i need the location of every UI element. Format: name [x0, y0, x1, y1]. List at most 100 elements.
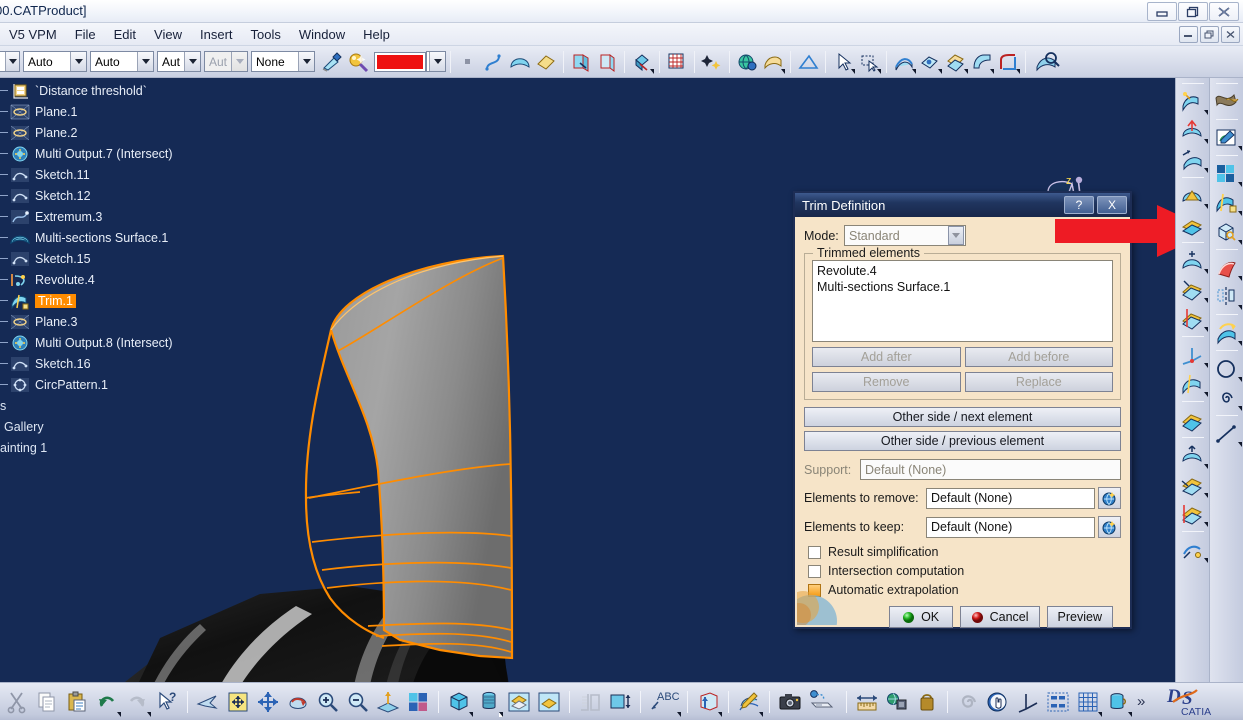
annotation-text-icon[interactable]: ABC — [646, 686, 682, 718]
tree-item-revolute-4[interactable]: Revolute.4 — [0, 269, 230, 290]
swap-visible-space-icon[interactable] — [534, 686, 564, 718]
sphere-point-icon[interactable] — [1177, 246, 1209, 275]
color-dropdown-icon[interactable] — [426, 51, 446, 72]
untrim-icon[interactable] — [1177, 405, 1209, 434]
tree-item-trim-1[interactable]: Trim.1 — [0, 290, 230, 311]
spiral-icon[interactable] — [1211, 383, 1243, 412]
pan-icon[interactable] — [253, 686, 283, 718]
tree-item-distance-threshold[interactable]: `Distance threshold` — [0, 80, 230, 101]
list-item[interactable]: Revolute.4 — [817, 263, 1108, 279]
sketch-pencil-icon[interactable] — [1211, 123, 1243, 152]
measure-between-icon[interactable] — [605, 686, 635, 718]
tree-item-clipped-painting[interactable]: ainting 1 — [0, 437, 230, 458]
cone-surface-icon[interactable] — [1177, 181, 1209, 210]
list-item[interactable]: Multi-sections Surface.1 — [817, 279, 1108, 295]
menu-help[interactable]: Help — [354, 25, 399, 44]
apply-material-icon[interactable] — [693, 686, 723, 718]
minimize-icon[interactable] — [1147, 2, 1177, 21]
mirror-icon[interactable] — [1211, 282, 1243, 311]
normal-view-icon[interactable] — [373, 686, 403, 718]
specification-tree[interactable]: `Distance threshold` Plane.1 Plane.2 Mul… — [0, 78, 230, 458]
tree-item-sketch-12[interactable]: Sketch.12 — [0, 185, 230, 206]
trim-surface-icon[interactable] — [1177, 369, 1209, 398]
automatic-extrapolation-row[interactable]: Automatic extrapolation — [808, 583, 1121, 597]
triangle-measure-icon[interactable] — [795, 49, 821, 75]
trimmed-elements-list[interactable]: Revolute.4 Multi-sections Surface.1 — [812, 260, 1113, 342]
fill-surface-icon[interactable] — [533, 49, 559, 75]
analysis-globe-icon[interactable] — [734, 49, 760, 75]
magnify-model-icon[interactable] — [1030, 49, 1064, 75]
menu-edit[interactable]: Edit — [105, 25, 145, 44]
surface-dome-icon[interactable] — [1177, 116, 1209, 145]
measure-inertia-icon[interactable] — [882, 686, 912, 718]
close-child-icon[interactable] — [1221, 26, 1240, 43]
zoom-out-icon[interactable] — [343, 686, 373, 718]
intersection-computation-checkbox[interactable] — [808, 564, 821, 578]
mode-select[interactable]: Standard — [844, 225, 966, 246]
undo-icon[interactable] — [92, 686, 122, 718]
preview-button[interactable]: Preview — [1046, 606, 1113, 628]
hand-pointer-icon[interactable] — [983, 686, 1013, 718]
chevron-down-icon[interactable] — [184, 52, 200, 71]
chevron-down-icon[interactable] — [5, 52, 19, 71]
axis-icon[interactable] — [1013, 686, 1043, 718]
cube-zoom-icon[interactable] — [1211, 217, 1243, 246]
sectioning-icon[interactable] — [575, 686, 605, 718]
shape-fillet-icon[interactable] — [995, 49, 1021, 75]
tree-item-clipped-applications[interactable]: s — [0, 395, 230, 416]
ok-button[interactable]: OK — [888, 606, 953, 628]
blend-surface-icon[interactable] — [969, 49, 995, 75]
extract-icon[interactable] — [1177, 535, 1209, 564]
cylinder-icon[interactable] — [1103, 686, 1133, 718]
tree-item-multi-sections-surface-1[interactable]: Multi-sections Surface.1 — [0, 227, 230, 248]
extrude-surface-icon[interactable] — [1177, 145, 1209, 174]
surface-patch-icon[interactable] — [507, 49, 533, 75]
tree-item-plane-2[interactable]: Plane.2 — [0, 122, 230, 143]
healing-icon[interactable] — [1177, 470, 1209, 499]
color-swatch[interactable] — [374, 51, 426, 72]
closed-book-icon[interactable] — [594, 49, 620, 75]
checkerboard-icon[interactable] — [1211, 159, 1243, 188]
restore-child-icon[interactable] — [1200, 26, 1219, 43]
tree-item-sketch-11[interactable]: Sketch.11 — [0, 164, 230, 185]
select-trap-icon[interactable] — [856, 49, 882, 75]
cancel-button[interactable]: Cancel — [959, 606, 1040, 628]
tree-item-extremum-3[interactable]: Extremum.3 — [0, 206, 230, 227]
tree-item-clipped-gallery[interactable]: Gallery — [0, 416, 230, 437]
support-field[interactable]: Default (None) — [860, 459, 1121, 480]
sweep-ribbon-icon[interactable] — [1211, 87, 1243, 116]
camera-icon[interactable] — [775, 686, 805, 718]
chevron-down-icon[interactable] — [137, 52, 153, 71]
toolbar-overflow-chevron[interactable]: » — [1137, 693, 1145, 710]
pattern-icon[interactable] — [1043, 686, 1073, 718]
multi-view-icon[interactable] — [403, 686, 433, 718]
zoom-in-icon[interactable] — [313, 686, 343, 718]
fly-mode-icon[interactable] — [193, 686, 223, 718]
grid-pattern-icon[interactable] — [664, 49, 690, 75]
extract-geometry-icon[interactable] — [629, 49, 655, 75]
chevron-down-icon[interactable] — [70, 52, 86, 71]
spiral-tool-icon[interactable] — [953, 686, 983, 718]
chevron-down-icon[interactable] — [429, 52, 445, 71]
menu-v5vpm[interactable]: V5 VPM — [0, 25, 66, 44]
join-surface-icon[interactable] — [917, 49, 943, 75]
elements-to-keep-picker-icon[interactable] — [1098, 516, 1121, 538]
tree-item-multi-output-8[interactable]: Multi Output.8 (Intersect) — [0, 332, 230, 353]
offset-surface-icon[interactable] — [943, 49, 969, 75]
close-icon[interactable] — [1209, 2, 1239, 21]
isometric-view-icon[interactable] — [444, 686, 474, 718]
combo-auto-3[interactable]: Aut — [157, 51, 201, 72]
spline-curve-icon[interactable] — [481, 49, 507, 75]
paint-brush-icon[interactable] — [319, 49, 345, 75]
fit-all-in-icon[interactable] — [223, 686, 253, 718]
highlight-wand-icon[interactable] — [345, 49, 371, 75]
rotate-shape-icon[interactable] — [1211, 318, 1243, 347]
sparkle-tool-icon[interactable] — [699, 49, 725, 75]
menu-file[interactable]: File — [66, 25, 105, 44]
circle-icon[interactable] — [1211, 354, 1243, 383]
tree-item-plane-3[interactable]: Plane.3 — [0, 311, 230, 332]
draft-surface-icon[interactable] — [760, 49, 786, 75]
result-simplification-checkbox[interactable] — [808, 545, 821, 559]
apply-material-icon[interactable] — [1177, 87, 1209, 116]
grid-icon[interactable] — [1073, 686, 1103, 718]
